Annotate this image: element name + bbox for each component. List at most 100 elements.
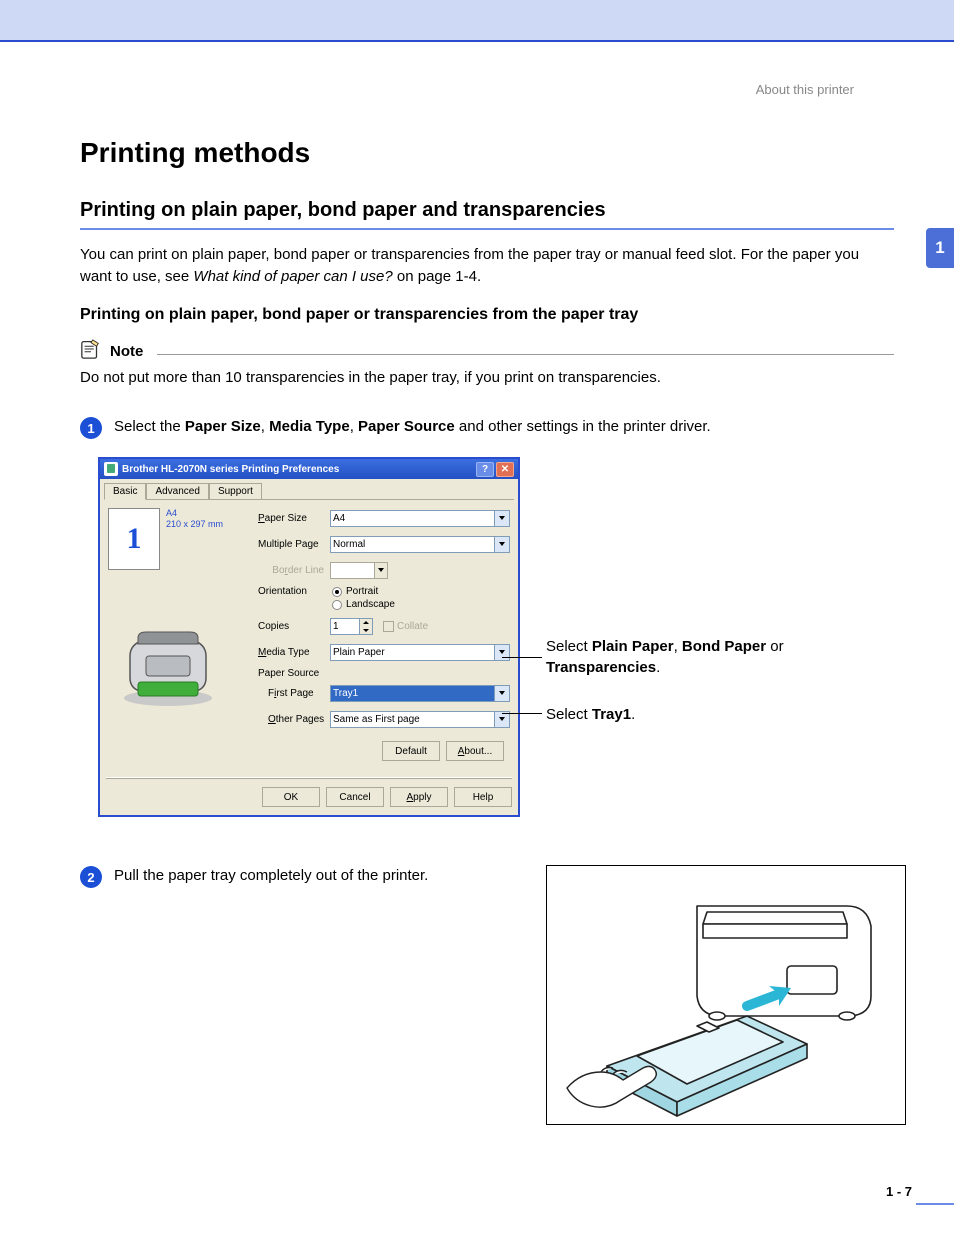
a1-b2: Bond Paper bbox=[682, 638, 766, 655]
chevron-down-icon bbox=[494, 686, 509, 701]
close-icon[interactable]: ✕ bbox=[496, 462, 514, 477]
step-2-text: Pull the paper tray completely out of th… bbox=[114, 865, 428, 888]
intro-paragraph: You can print on plain paper, bond paper… bbox=[80, 244, 894, 288]
help-button[interactable]: Help bbox=[454, 787, 512, 807]
callout-tray1: Select Tray1. bbox=[546, 705, 635, 725]
page-preview: 1 bbox=[108, 508, 160, 570]
intro-post: on page 1-4. bbox=[393, 268, 481, 285]
chevron-down-icon bbox=[494, 537, 509, 552]
page-number-rule bbox=[916, 1203, 954, 1205]
label-paper-size: PPaper Sizeaper Size bbox=[258, 513, 330, 524]
label-orientation: Orientation bbox=[258, 586, 330, 597]
a1-pre: Select bbox=[546, 638, 592, 655]
value-paper-size: A4 bbox=[333, 513, 345, 524]
step1-s2: , bbox=[350, 418, 358, 435]
tab-support[interactable]: Support bbox=[209, 483, 262, 499]
page-number: 1 - 7 bbox=[886, 1184, 912, 1199]
chapter-tab: 1 bbox=[926, 228, 954, 268]
label-other-pages: Other Pages bbox=[268, 714, 330, 725]
dialog-app-icon bbox=[104, 462, 118, 476]
preview-meta-1: A4 bbox=[166, 508, 223, 519]
ok-button[interactable]: OK bbox=[262, 787, 320, 807]
radio-dot-icon bbox=[332, 600, 342, 610]
dialog-figure: Brother HL-2070N series Printing Prefere… bbox=[98, 457, 894, 837]
callout-line-1 bbox=[502, 657, 542, 658]
radio-portrait[interactable]: Portrait bbox=[332, 586, 395, 597]
breadcrumb: About this printer bbox=[80, 82, 854, 97]
step1-s1: , bbox=[261, 418, 269, 435]
step-1-text: Select the Paper Size, Media Type, Paper… bbox=[114, 416, 711, 439]
combo-other-pages[interactable]: Same as First page bbox=[330, 711, 510, 728]
note-label: Note bbox=[110, 343, 143, 360]
label-first-page: First Page bbox=[268, 688, 330, 699]
help-icon[interactable]: ? bbox=[476, 462, 494, 477]
callout-line-2 bbox=[502, 713, 542, 714]
a1-b3: Transparencies bbox=[546, 659, 656, 676]
chevron-down-icon bbox=[494, 511, 509, 526]
note-text: Do not put more than 10 transparencies i… bbox=[80, 367, 894, 389]
note-icon bbox=[80, 338, 102, 365]
radio-dot-icon bbox=[332, 587, 342, 597]
step-1: 1 Select the Paper Size, Media Type, Pap… bbox=[80, 416, 894, 439]
radio-landscape[interactable]: Landscape bbox=[332, 599, 395, 610]
section-heading: Printing on plain paper, bond paper and … bbox=[80, 199, 894, 222]
section-rule bbox=[80, 228, 894, 230]
page-preview-meta: A4 210 x 297 mm bbox=[166, 508, 223, 530]
label-multiple-page: Multiple Page bbox=[258, 539, 330, 550]
a1-s2: or bbox=[766, 638, 784, 655]
a1-b1: Plain Paper bbox=[592, 638, 674, 655]
page-preview-number: 1 bbox=[127, 522, 142, 556]
step1-b1: Paper Size bbox=[185, 418, 261, 435]
combo-multiple-page[interactable]: Normal bbox=[330, 536, 510, 553]
value-multiple-page: Normal bbox=[333, 539, 365, 550]
dialog-titlebar: Brother HL-2070N series Printing Prefere… bbox=[100, 459, 518, 479]
step-2: 2 Pull the paper tray completely out of … bbox=[80, 865, 516, 888]
label-border-line: Border Line bbox=[258, 565, 330, 576]
paper-tray-figure bbox=[546, 865, 906, 1125]
label-copies: Copies bbox=[258, 621, 330, 632]
a1-post: . bbox=[656, 659, 660, 676]
subsection-heading: Printing on plain paper, bond paper or t… bbox=[80, 306, 894, 324]
combo-first-page[interactable]: Tray1 bbox=[330, 685, 510, 702]
spinner-buttons[interactable] bbox=[360, 618, 373, 635]
step1-post: and other settings in the printer driver… bbox=[455, 418, 711, 435]
a2-pre: Select bbox=[546, 706, 592, 723]
combo-paper-size[interactable]: A4 bbox=[330, 510, 510, 527]
page-title: Printing methods bbox=[80, 137, 894, 169]
step-2-badge: 2 bbox=[80, 866, 102, 888]
a2-post: . bbox=[631, 706, 635, 723]
step1-b2: Media Type bbox=[269, 418, 350, 435]
dialog-title: Brother HL-2070N series Printing Prefere… bbox=[122, 464, 339, 475]
label-media-type: Media Type bbox=[258, 647, 330, 658]
step1-pre: Select the bbox=[114, 418, 185, 435]
top-bar bbox=[0, 0, 954, 40]
tab-advanced[interactable]: Advanced bbox=[146, 483, 208, 499]
callout-media-type: Select Plain Paper, Bond Paper or Transp… bbox=[546, 637, 846, 678]
label-paper-source: Paper Source bbox=[258, 668, 510, 679]
tab-basic[interactable]: Basic bbox=[104, 483, 146, 500]
about-button[interactable]: About... bbox=[446, 741, 504, 761]
value-first-page: Tray1 bbox=[333, 688, 358, 699]
preview-meta-2: 210 x 297 mm bbox=[166, 519, 223, 530]
dialog-tabs: Basic Advanced Support bbox=[100, 479, 518, 499]
checkbox-collate: Collate bbox=[383, 621, 428, 632]
step1-b3: Paper Source bbox=[358, 418, 455, 435]
default-button[interactable]: Default bbox=[382, 741, 440, 761]
value-other-pages: Same as First page bbox=[333, 714, 420, 725]
value-media-type: Plain Paper bbox=[333, 647, 385, 658]
step-1-badge: 1 bbox=[80, 417, 102, 439]
checkbox-icon bbox=[383, 621, 394, 632]
apply-button[interactable]: Apply bbox=[390, 787, 448, 807]
chevron-down-icon bbox=[374, 563, 387, 578]
note-rule bbox=[157, 354, 894, 355]
a2-b1: Tray1 bbox=[592, 706, 631, 723]
note-header: Note bbox=[80, 338, 894, 365]
intro-link[interactable]: What kind of paper can I use? bbox=[193, 268, 392, 285]
print-preferences-dialog: Brother HL-2070N series Printing Prefere… bbox=[98, 457, 520, 817]
combo-media-type[interactable]: Plain Paper bbox=[330, 644, 510, 661]
input-copies[interactable]: 1 bbox=[330, 618, 360, 635]
combo-border-line bbox=[330, 562, 388, 579]
cancel-button[interactable]: Cancel bbox=[326, 787, 384, 807]
a1-s1: , bbox=[674, 638, 682, 655]
printer-illustration bbox=[108, 618, 248, 711]
